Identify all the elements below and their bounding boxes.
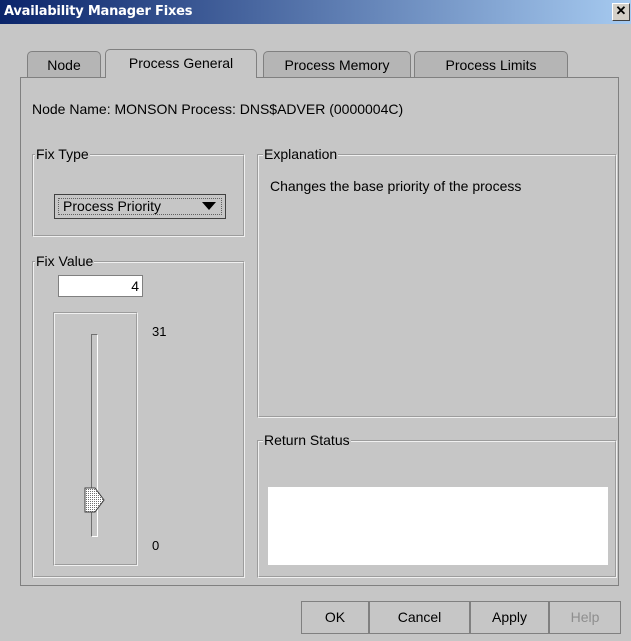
title-bar[interactable]: Availability Manager Fixes ✕ [0,0,631,24]
priority-slider-thumb[interactable] [84,487,106,513]
window-title: Availability Manager Fixes [4,4,193,19]
fix-value-legend: Fix Value [35,253,95,269]
fix-value-input[interactable]: 4 [58,275,143,297]
tab-process-memory[interactable]: Process Memory [263,51,411,77]
tab-process-limits[interactable]: Process Limits [414,51,568,77]
return-status-legend: Return Status [263,432,351,448]
tab-node[interactable]: Node [27,51,101,77]
node-process-line: Node Name: MONSON Process: DNS$ADVER (00… [32,101,403,117]
process-label: Process: [181,101,236,117]
ok-button[interactable]: OK [301,601,369,634]
slider-min-label: 0 [152,538,160,553]
fix-type-legend: Fix Type [35,146,90,162]
close-icon[interactable]: ✕ [612,3,630,21]
dropdown-arrow-icon[interactable] [202,202,216,210]
fix-type-selected-value: Process Priority [63,198,162,214]
explanation-text: Changes the base priority of the process [270,178,522,194]
fix-type-select[interactable]: Process Priority [54,194,226,219]
tab-process-general[interactable]: Process General [105,49,257,78]
node-name-label: Node Name: [32,101,111,117]
return-status-text [268,487,608,565]
fixes-dialog: Availability Manager Fixes ✕ Node Proces… [0,0,631,641]
help-button: Help [549,601,621,634]
cancel-button[interactable]: Cancel [369,601,470,634]
node-name-value: MONSON [114,101,178,117]
apply-button[interactable]: Apply [470,601,549,634]
slider-thumb-icon [84,487,105,513]
explanation-legend: Explanation [263,146,339,162]
process-value: DNS$ADVER (0000004C) [239,101,404,117]
slider-max-label: 31 [152,324,167,339]
